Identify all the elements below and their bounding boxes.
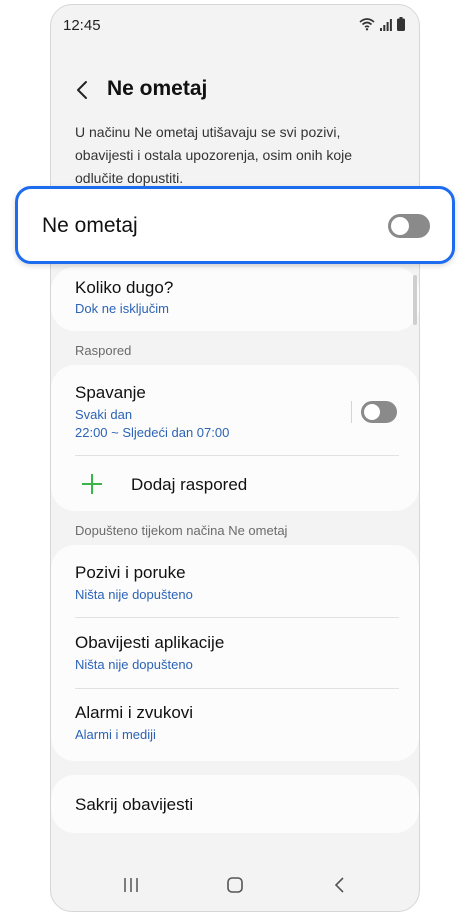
hide-notifications-title: Sakrij obavijesti bbox=[75, 795, 194, 814]
status-icons bbox=[359, 17, 405, 36]
schedule-toggle[interactable] bbox=[361, 401, 397, 423]
page-title: Ne ometaj bbox=[107, 77, 208, 100]
allowed-section-label: Dopušteno tijekom načina Ne ometaj bbox=[75, 523, 288, 538]
status-time: 12:45 bbox=[63, 17, 101, 34]
schedule-title: Spavanje bbox=[75, 383, 146, 402]
main-toggle-label: Ne ometaj bbox=[42, 214, 138, 237]
main-toggle-row[interactable]: Ne ometaj bbox=[15, 186, 455, 264]
allowed-card: Pozivi i poruke Ništa nije dopušteno Oba… bbox=[51, 545, 419, 761]
allowed-value: Ništa nije dopušteno bbox=[75, 657, 193, 672]
header: Ne ometaj bbox=[51, 69, 419, 113]
scrollbar[interactable] bbox=[413, 275, 417, 325]
allowed-title: Obavijesti aplikacije bbox=[75, 633, 225, 652]
battery-icon bbox=[397, 17, 405, 36]
recents-icon[interactable] bbox=[123, 877, 139, 898]
toggle-knob bbox=[391, 217, 409, 235]
add-schedule-label: Dodaj raspored bbox=[131, 475, 248, 494]
toggle-knob bbox=[364, 404, 380, 420]
schedule-toggle-divider bbox=[351, 401, 352, 423]
duration-value: Dok ne isključim bbox=[75, 301, 169, 316]
hide-notifications-card[interactable]: Sakrij obavijesti bbox=[51, 775, 419, 833]
description-text: U načinu Ne ometaj utišavaju se svi pozi… bbox=[75, 124, 353, 186]
divider bbox=[75, 455, 399, 456]
back-nav-icon[interactable] bbox=[333, 876, 345, 899]
phone-screen: 12:45 Ne ometaj U načinu Ne ometaj utiša… bbox=[50, 4, 420, 912]
divider bbox=[75, 688, 399, 689]
divider bbox=[75, 617, 399, 618]
schedule-section-label: Raspored bbox=[75, 343, 132, 358]
main-toggle-switch[interactable] bbox=[388, 214, 430, 238]
allowed-title: Alarmi i zvukovi bbox=[75, 703, 194, 722]
allowed-value: Ništa nije dopušteno bbox=[75, 587, 193, 602]
back-button[interactable] bbox=[71, 75, 95, 105]
schedule-card: Spavanje Svaki dan 22:00 ~ Sljedeći dan … bbox=[51, 365, 419, 511]
allowed-value: Alarmi i mediji bbox=[75, 727, 156, 742]
signal-icon bbox=[380, 18, 392, 36]
home-icon[interactable] bbox=[226, 876, 244, 899]
allowed-title: Pozivi i poruke bbox=[75, 563, 186, 582]
plus-icon bbox=[81, 473, 103, 500]
duration-card[interactable]: Koliko dugo? Dok ne isključim bbox=[51, 267, 419, 331]
schedule-days: Svaki dan bbox=[75, 407, 133, 422]
navigation-bar bbox=[51, 861, 419, 911]
status-bar: 12:45 bbox=[51, 5, 419, 45]
duration-title: Koliko dugo? bbox=[75, 278, 174, 297]
schedule-time: 22:00 ~ Sljedeći dan 07:00 bbox=[75, 425, 230, 440]
wifi-icon bbox=[359, 17, 375, 36]
back-arrow-icon bbox=[71, 81, 95, 109]
